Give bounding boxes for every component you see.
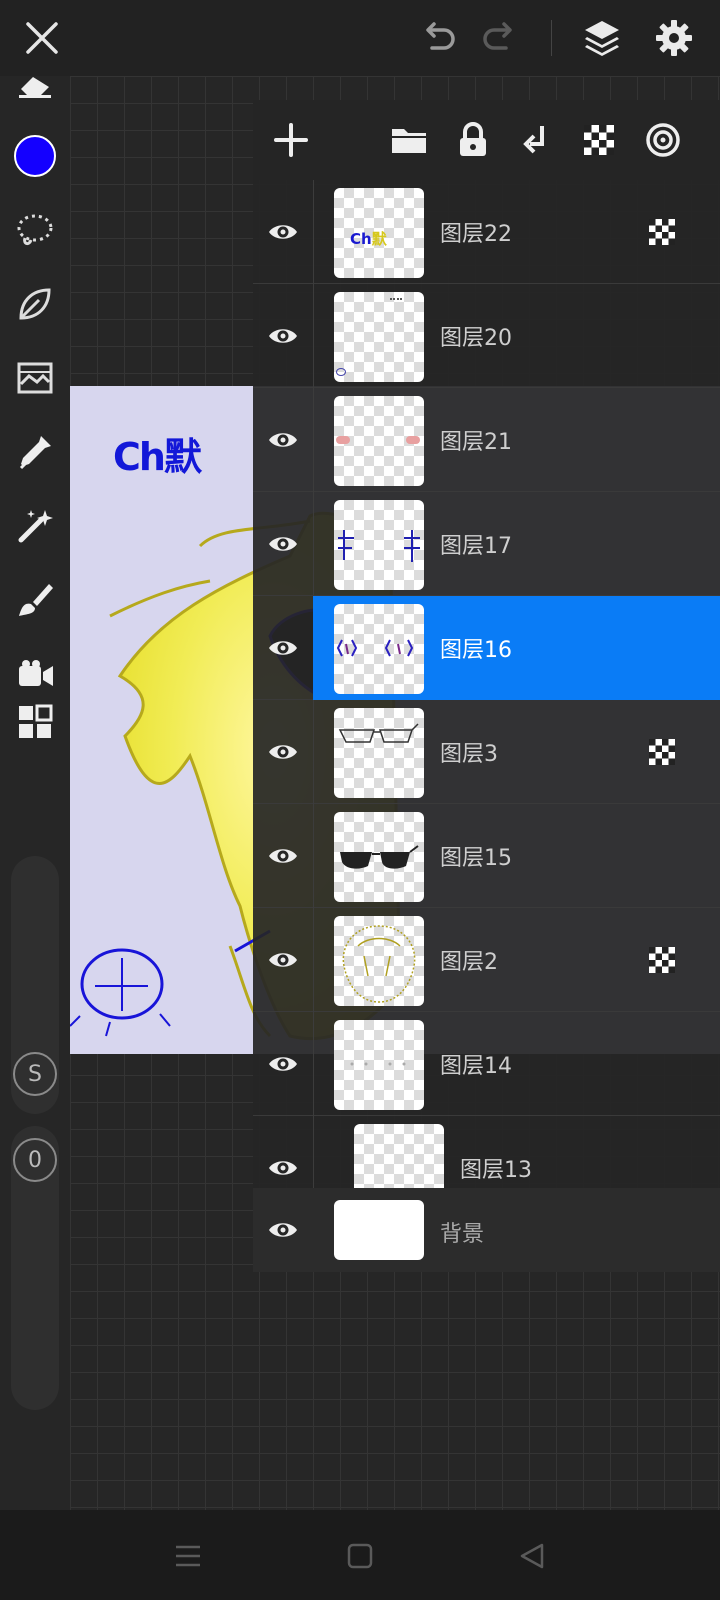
row-separator bbox=[313, 1116, 314, 1188]
row-separator bbox=[313, 388, 314, 492]
layer-thumbnail: Ch默 bbox=[334, 188, 424, 278]
opacity-value: 0 bbox=[13, 1138, 57, 1182]
leaf-brush-icon[interactable] bbox=[11, 280, 59, 328]
row-separator bbox=[313, 180, 314, 284]
layer-row[interactable]: 图层2 bbox=[253, 908, 720, 1012]
brush-size-indicator: S bbox=[13, 1052, 57, 1096]
visibility-eye-icon[interactable] bbox=[259, 312, 307, 360]
drawing-app: Ch默 S 0 Ch默 图层22 图层20 图层21 图层17 图层16 图层3… bbox=[0, 0, 720, 1600]
system-navigation-bar bbox=[0, 1510, 720, 1600]
color-picker-button[interactable] bbox=[11, 132, 59, 180]
video-record-icon[interactable] bbox=[11, 650, 59, 698]
alpha-lock-icon[interactable] bbox=[646, 944, 678, 976]
layer-row[interactable]: 图层3 bbox=[253, 700, 720, 804]
layer-name: 图层14 bbox=[440, 1054, 512, 1079]
layers-panel: Ch默 图层22 图层20 图层21 图层17 图层16 图层3 图层15 图层… bbox=[253, 100, 720, 1272]
layer-row-selected[interactable]: 图层16 bbox=[253, 596, 720, 700]
layer-thumbnail bbox=[334, 1200, 424, 1260]
layer-row[interactable]: 图层14 bbox=[253, 1012, 720, 1116]
layers-panel-toolbar bbox=[253, 100, 720, 180]
alpha-lock-icon[interactable] bbox=[646, 736, 678, 768]
visibility-eye-icon[interactable] bbox=[259, 416, 307, 464]
layer-thumbnail bbox=[354, 1124, 444, 1188]
current-color-swatch bbox=[14, 135, 56, 177]
visibility-eye-icon[interactable] bbox=[259, 936, 307, 984]
layer-thumbnail bbox=[334, 500, 424, 590]
back-icon[interactable] bbox=[508, 1532, 556, 1580]
lasso-select-icon[interactable] bbox=[11, 206, 59, 254]
brush-size-slider[interactable]: S bbox=[11, 856, 59, 1114]
layer-name: 图层15 bbox=[440, 846, 512, 871]
layer-row[interactable]: 图层20 bbox=[253, 284, 720, 388]
redo-icon[interactable] bbox=[476, 14, 524, 62]
eraser-icon[interactable] bbox=[11, 62, 59, 110]
gallery-grid-icon[interactable] bbox=[11, 698, 59, 746]
layer-name: 背景 bbox=[440, 1222, 485, 1247]
layer-thumbnail bbox=[334, 604, 424, 694]
add-layer-icon[interactable] bbox=[267, 116, 315, 164]
visibility-eye-icon[interactable] bbox=[259, 1206, 307, 1254]
visibility-eye-icon[interactable] bbox=[259, 1144, 307, 1188]
close-icon[interactable] bbox=[18, 14, 66, 62]
visibility-eye-icon[interactable] bbox=[259, 1040, 307, 1088]
layer-name: 图层22 bbox=[440, 222, 512, 247]
layer-thumbnail bbox=[334, 292, 424, 382]
toolbar-divider bbox=[551, 20, 552, 56]
row-separator bbox=[313, 700, 314, 804]
alpha-lock-icon[interactable] bbox=[575, 116, 623, 164]
row-separator bbox=[313, 1012, 314, 1116]
top-toolbar bbox=[0, 0, 720, 76]
home-icon[interactable] bbox=[336, 1532, 384, 1580]
undo-icon[interactable] bbox=[414, 14, 462, 62]
merge-down-icon[interactable] bbox=[513, 116, 561, 164]
layer-row[interactable]: 图层21 bbox=[253, 388, 720, 492]
visibility-eye-icon[interactable] bbox=[259, 520, 307, 568]
layer-thumbnail bbox=[334, 916, 424, 1006]
visibility-eye-icon[interactable] bbox=[259, 728, 307, 776]
layer-row[interactable]: 图层13 bbox=[253, 1116, 720, 1188]
opacity-slider[interactable]: 0 bbox=[11, 1126, 59, 1410]
layer-row[interactable]: 图层17 bbox=[253, 492, 720, 596]
row-separator bbox=[313, 492, 314, 596]
layer-name: 图层16 bbox=[440, 638, 512, 663]
layer-name: 图层20 bbox=[440, 326, 512, 351]
layer-name: 图层21 bbox=[440, 430, 512, 455]
layer-row[interactable]: 图层15 bbox=[253, 804, 720, 908]
layer-thumbnail bbox=[334, 708, 424, 798]
visibility-eye-icon[interactable] bbox=[259, 624, 307, 672]
left-toolbar: S 0 bbox=[0, 76, 70, 1510]
lock-icon[interactable] bbox=[449, 116, 497, 164]
menu-icon[interactable] bbox=[164, 1532, 212, 1580]
layer-name: 图层13 bbox=[460, 1158, 532, 1183]
gear-icon[interactable] bbox=[650, 14, 698, 62]
row-separator bbox=[313, 804, 314, 908]
eyedropper-icon[interactable] bbox=[11, 428, 59, 476]
magic-wand-icon[interactable] bbox=[11, 502, 59, 550]
blend-mode-icon[interactable] bbox=[639, 116, 687, 164]
row-separator bbox=[313, 908, 314, 1012]
row-separator bbox=[313, 284, 314, 388]
layer-name: 图层3 bbox=[440, 742, 498, 767]
visibility-eye-icon[interactable] bbox=[259, 208, 307, 256]
layer-thumbnail bbox=[334, 396, 424, 486]
background-layer-row[interactable]: 背景 bbox=[253, 1188, 720, 1272]
visibility-eye-icon[interactable] bbox=[259, 832, 307, 880]
image-adjust-icon[interactable] bbox=[11, 354, 59, 402]
layers-icon[interactable] bbox=[578, 14, 626, 62]
alpha-lock-icon[interactable] bbox=[646, 216, 678, 248]
layer-thumbnail bbox=[334, 812, 424, 902]
folder-icon[interactable] bbox=[385, 116, 433, 164]
layer-thumbnail bbox=[334, 1020, 424, 1110]
layer-name: 图层17 bbox=[440, 534, 512, 559]
paint-brush-icon[interactable] bbox=[11, 576, 59, 624]
layer-name: 图层2 bbox=[440, 950, 498, 975]
layer-row[interactable]: Ch默 图层22 bbox=[253, 180, 720, 284]
